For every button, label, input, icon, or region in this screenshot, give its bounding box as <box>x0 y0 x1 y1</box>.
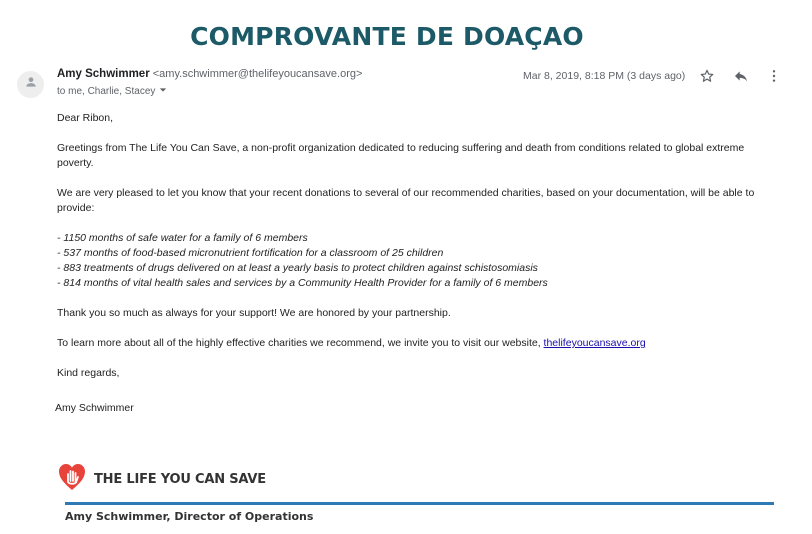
recipients: to me, Charlie, Stacey <box>57 86 156 97</box>
page-title: COMPROVANTE DE DOAÇAO <box>190 22 584 51</box>
sender-email: <amy.schwimmer@thelifeyoucansave.org> <box>152 68 363 80</box>
greeting: Dear Ribon, <box>57 112 114 124</box>
list-item: - 537 months of food-based micronutrient… <box>57 247 444 259</box>
list-item: - 814 months of vital health sales and s… <box>57 277 548 289</box>
learn-more-paragraph: To learn more about all of the highly ef… <box>57 336 772 351</box>
signature-title: Amy Schwimmer, Director of Operations <box>65 510 314 523</box>
list-item: - 883 treatments of drugs delivered on a… <box>57 262 538 274</box>
chevron-down-icon[interactable] <box>159 86 167 97</box>
signature-name: Amy Schwimmer <box>55 402 134 414</box>
email-body: Dear Ribon, Greetings from The Life You … <box>57 111 772 396</box>
logo-text: THE LIFE YOU CAN SAVE <box>94 472 266 487</box>
avatar[interactable] <box>17 71 44 98</box>
reply-icon[interactable] <box>732 67 750 85</box>
impact-list: - 1150 months of safe water for a family… <box>57 231 772 291</box>
email-date: Mar 8, 2019, 8:18 PM (3 days ago) <box>523 70 686 82</box>
avatar-icon <box>24 75 38 94</box>
closing: Kind regards, <box>57 367 120 379</box>
star-icon[interactable] <box>698 67 716 85</box>
list-item: - 1150 months of safe water for a family… <box>57 232 308 244</box>
heart-hand-icon <box>58 462 86 497</box>
sender-name[interactable]: Amy Schwimmer <box>57 68 150 80</box>
intro-paragraph: Greetings from The Life You Can Save, a … <box>57 142 745 169</box>
more-vert-icon[interactable] <box>765 67 783 85</box>
pleased-paragraph: We are very pleased to let you know that… <box>57 187 755 214</box>
website-link[interactable]: thelifeyoucansave.org <box>544 337 646 349</box>
learn-more-text: To learn more about all of the highly ef… <box>57 337 544 349</box>
signature-divider <box>65 502 774 505</box>
thanks-paragraph: Thank you so much as always for your sup… <box>57 307 451 319</box>
organization-logo: THE LIFE YOU CAN SAVE <box>58 462 266 497</box>
recipients-line: to me, Charlie, Stacey <box>57 86 167 97</box>
sender-line: Amy Schwimmer <amy.schwimmer@thelifeyouc… <box>57 68 362 80</box>
